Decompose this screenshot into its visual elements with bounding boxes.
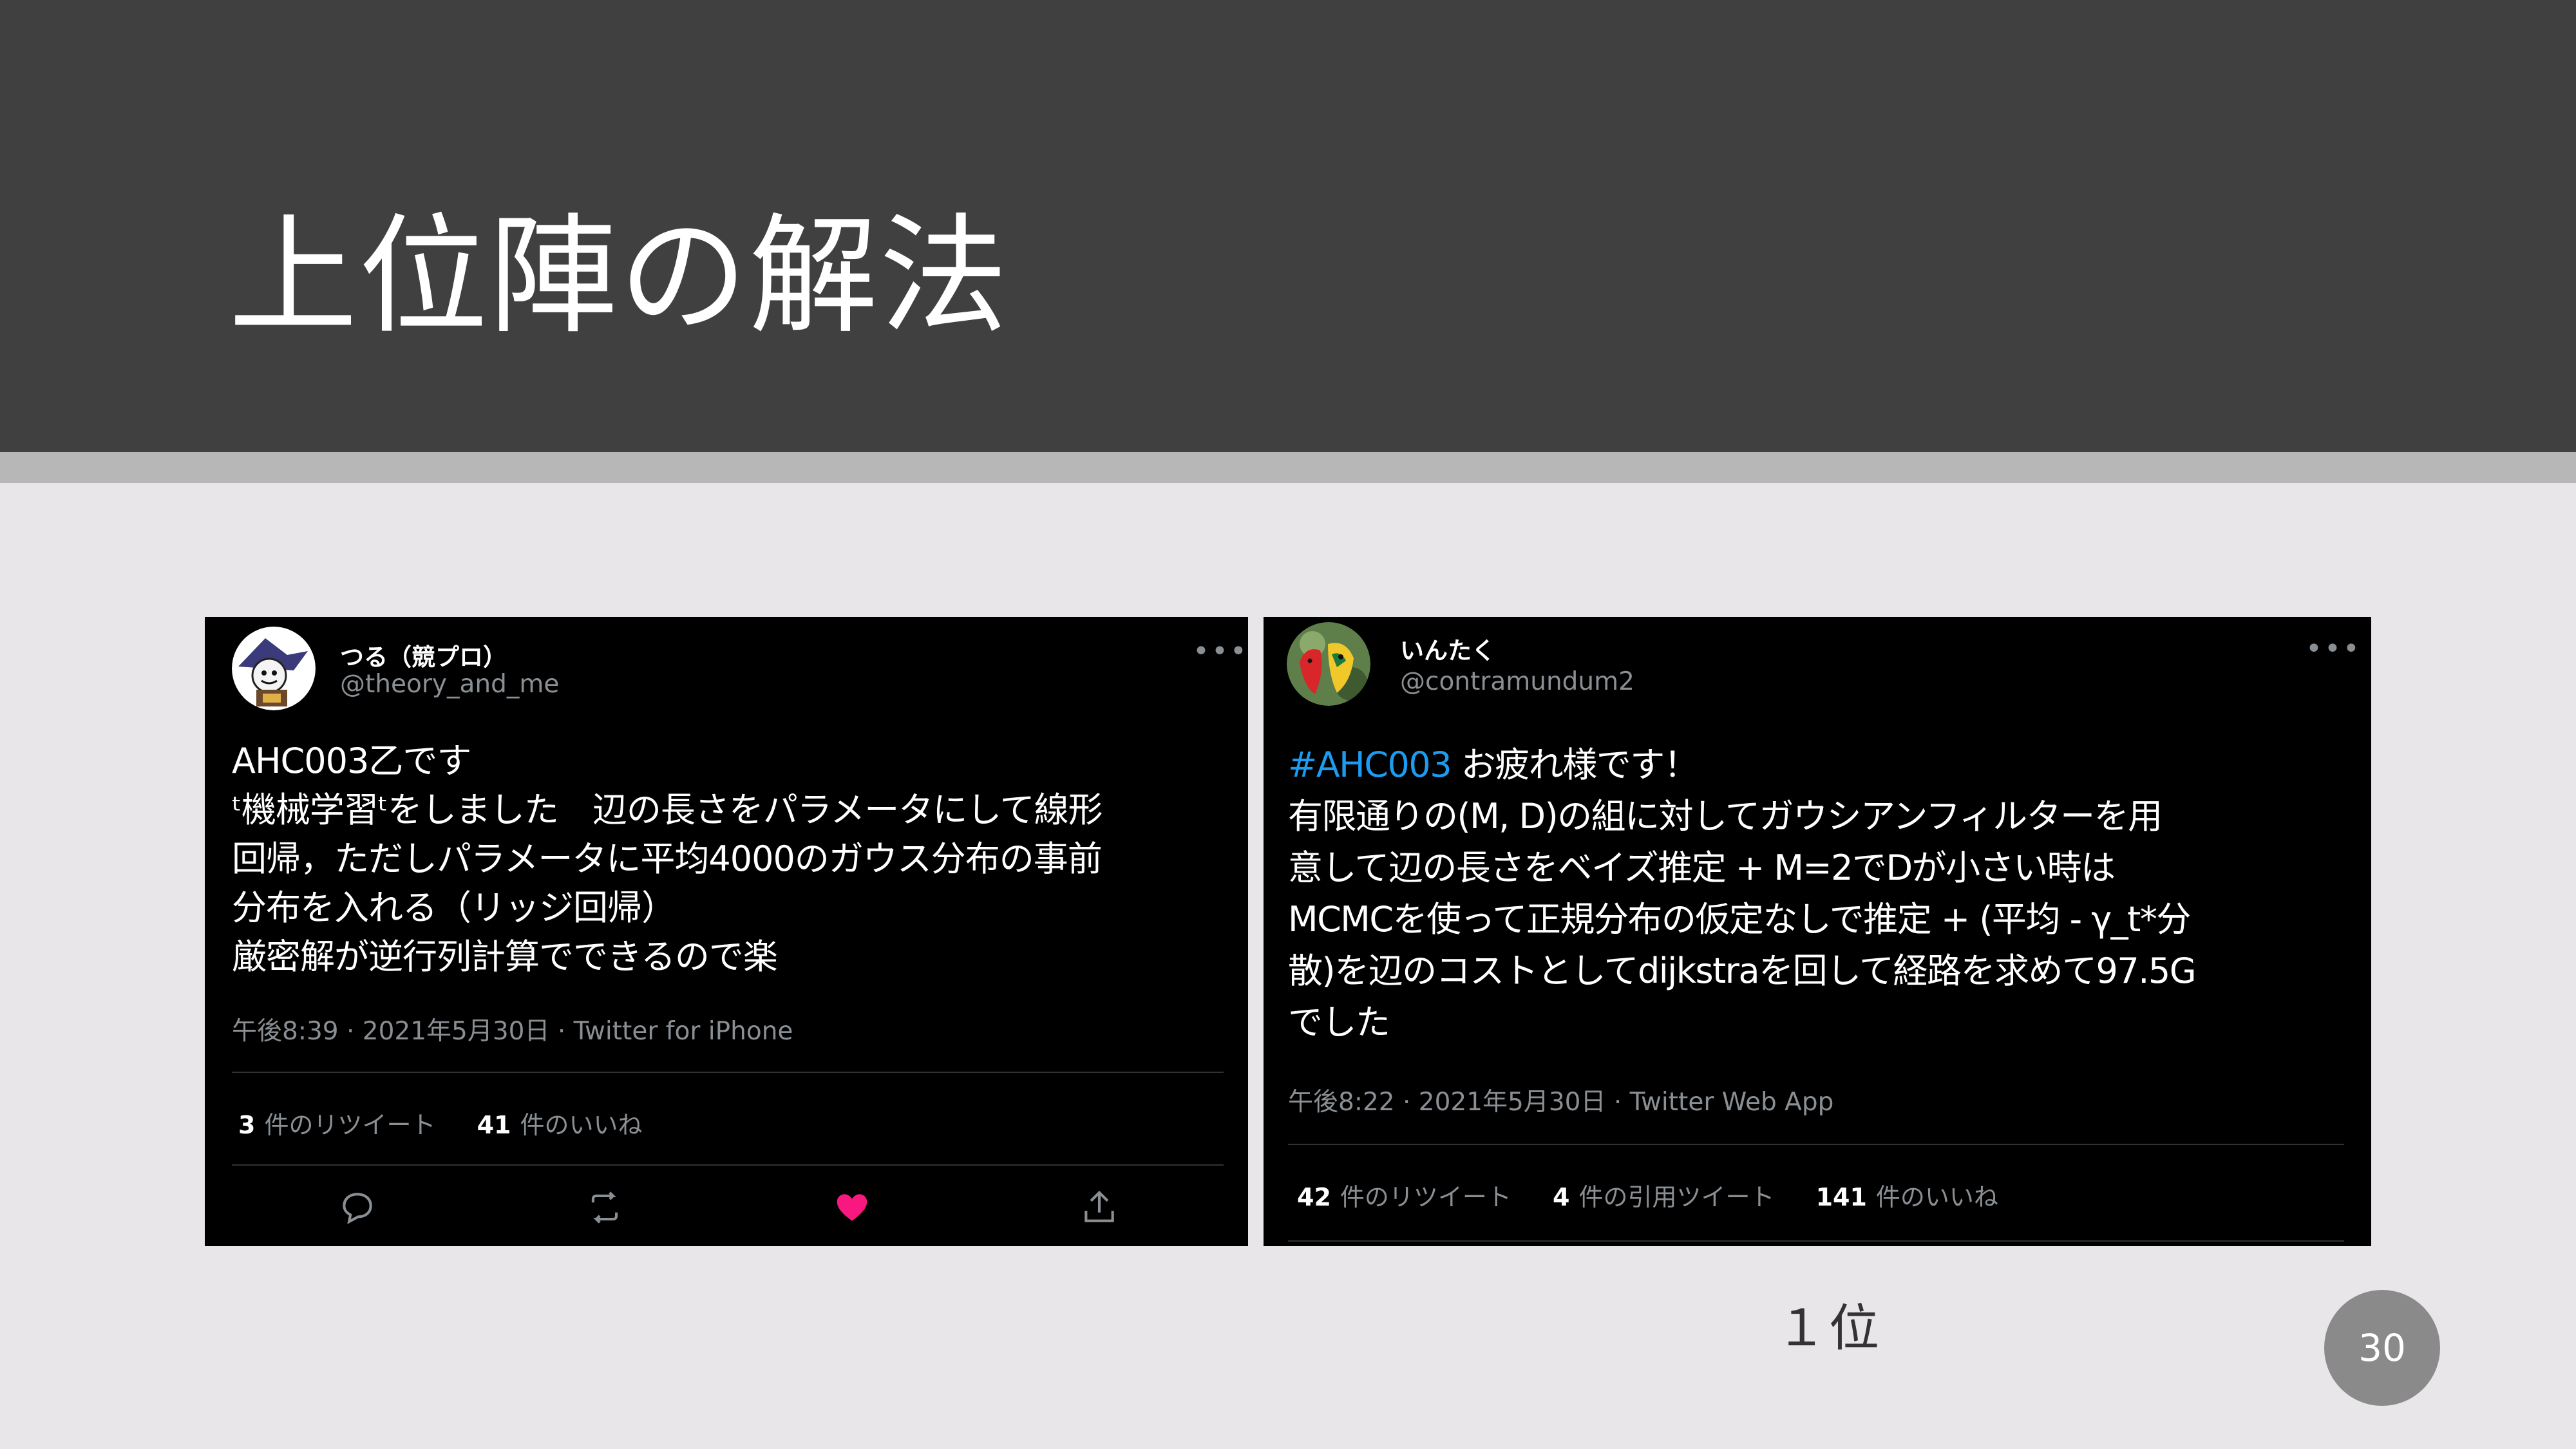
retweet-count[interactable]: 42 件のリツイート — [1297, 1177, 1511, 1213]
tweet-body: AHC003乙です ᵗ機械学習ᵗをしました 辺の長さをパラメータにして線形 回帰… — [232, 737, 1103, 981]
heart-filled-icon[interactable] — [832, 1188, 872, 1227]
display-name[interactable]: いんたく — [1400, 631, 1495, 666]
divider — [232, 1072, 1224, 1073]
tweet-body-line: AHC003乙です — [232, 741, 471, 781]
tweet-body-line: でした — [1288, 1002, 1390, 1043]
tweet-body: #AHC003 お疲れ様です！ 有限通りの(M, D)の組に対してガウシアンフィ… — [1288, 739, 2197, 1048]
handle[interactable]: @theory_and_me — [340, 670, 559, 699]
slide-title: 上位陣の解法 — [229, 202, 1010, 352]
tweet-timestamp[interactable]: 午後8:39 · 2021年5月30日 · Twitter for iPhone — [232, 1011, 793, 1047]
tweet-timestamp[interactable]: 午後8:22 · 2021年5月30日 · Twitter Web App — [1288, 1082, 1833, 1118]
like-count[interactable]: 41 件のいいね — [477, 1105, 643, 1141]
reply-icon[interactable] — [337, 1188, 377, 1227]
tweet-stats: 42 件のリツイート 4 件の引用ツイート 141 件のいいね — [1297, 1177, 2032, 1213]
tweet-body-line: 意して辺の長さをベイズ推定 + M=2でDが小さい時は — [1288, 848, 2116, 888]
handle[interactable]: @contramundum2 — [1400, 667, 1634, 696]
tweet-card-contramundum2: いんたく @contramundum2 ••• #AHC003 お疲れ様です！ … — [1264, 617, 2371, 1246]
divider — [1288, 1240, 2344, 1242]
avatar-contramundum2[interactable] — [1287, 622, 1370, 706]
header-divider — [0, 452, 2576, 483]
page-number: 30 — [2324, 1290, 2440, 1406]
hashtag-link[interactable]: #AHC003 — [1288, 744, 1452, 785]
tweet-body-line: ᵗ機械学習ᵗをしました 辺の長さをパラメータにして線形 — [232, 790, 1103, 830]
retweet-count[interactable]: 3 件のリツイート — [238, 1105, 435, 1141]
quote-tweet-count[interactable]: 4 件の引用ツイート — [1553, 1177, 1774, 1213]
display-name[interactable]: つる（競プロ） — [340, 638, 507, 672]
avatar-theory-and-me[interactable] — [232, 627, 316, 710]
tweet-body-line: 回帰，ただしパラメータに平均4000のガウス分布の事前 — [232, 838, 1103, 879]
tweet-body-line: 散)を辺のコストとしてdijkstraを回して経路を求めて97.5G — [1288, 951, 2197, 991]
tweet-body-line: 有限通りの(M, D)の組に対してガウシアンフィルターを用 — [1288, 796, 2163, 837]
like-count[interactable]: 141 件のいいね — [1816, 1177, 1998, 1213]
share-icon[interactable] — [1079, 1188, 1119, 1227]
tweet-stats: 3 件のリツイート 41 件のいいね — [238, 1105, 676, 1141]
divider — [1288, 1144, 2344, 1145]
rank-label: １位 — [1776, 1300, 1882, 1358]
retweet-icon[interactable] — [585, 1188, 625, 1227]
more-horizontal-icon[interactable]: ••• — [2306, 635, 2362, 663]
tweet-body-line: #AHC003 お疲れ様です！ — [1288, 744, 1699, 785]
more-horizontal-icon[interactable]: ••• — [1193, 638, 1248, 666]
tweet-body-line: 分布を入れる（リッジ回帰） — [232, 887, 676, 928]
tweet-card-theory-and-me: つる（競プロ） @theory_and_me ••• AHC003乙です ᵗ機械… — [205, 617, 1248, 1246]
tweet-body-line: 厳密解が逆行列計算でできるので楽 — [232, 936, 778, 977]
divider — [232, 1164, 1224, 1166]
tweet-body-line: MCMCを使って正規分布の仮定なしで推定 + (平均 - γ_t*分 — [1288, 899, 2191, 940]
